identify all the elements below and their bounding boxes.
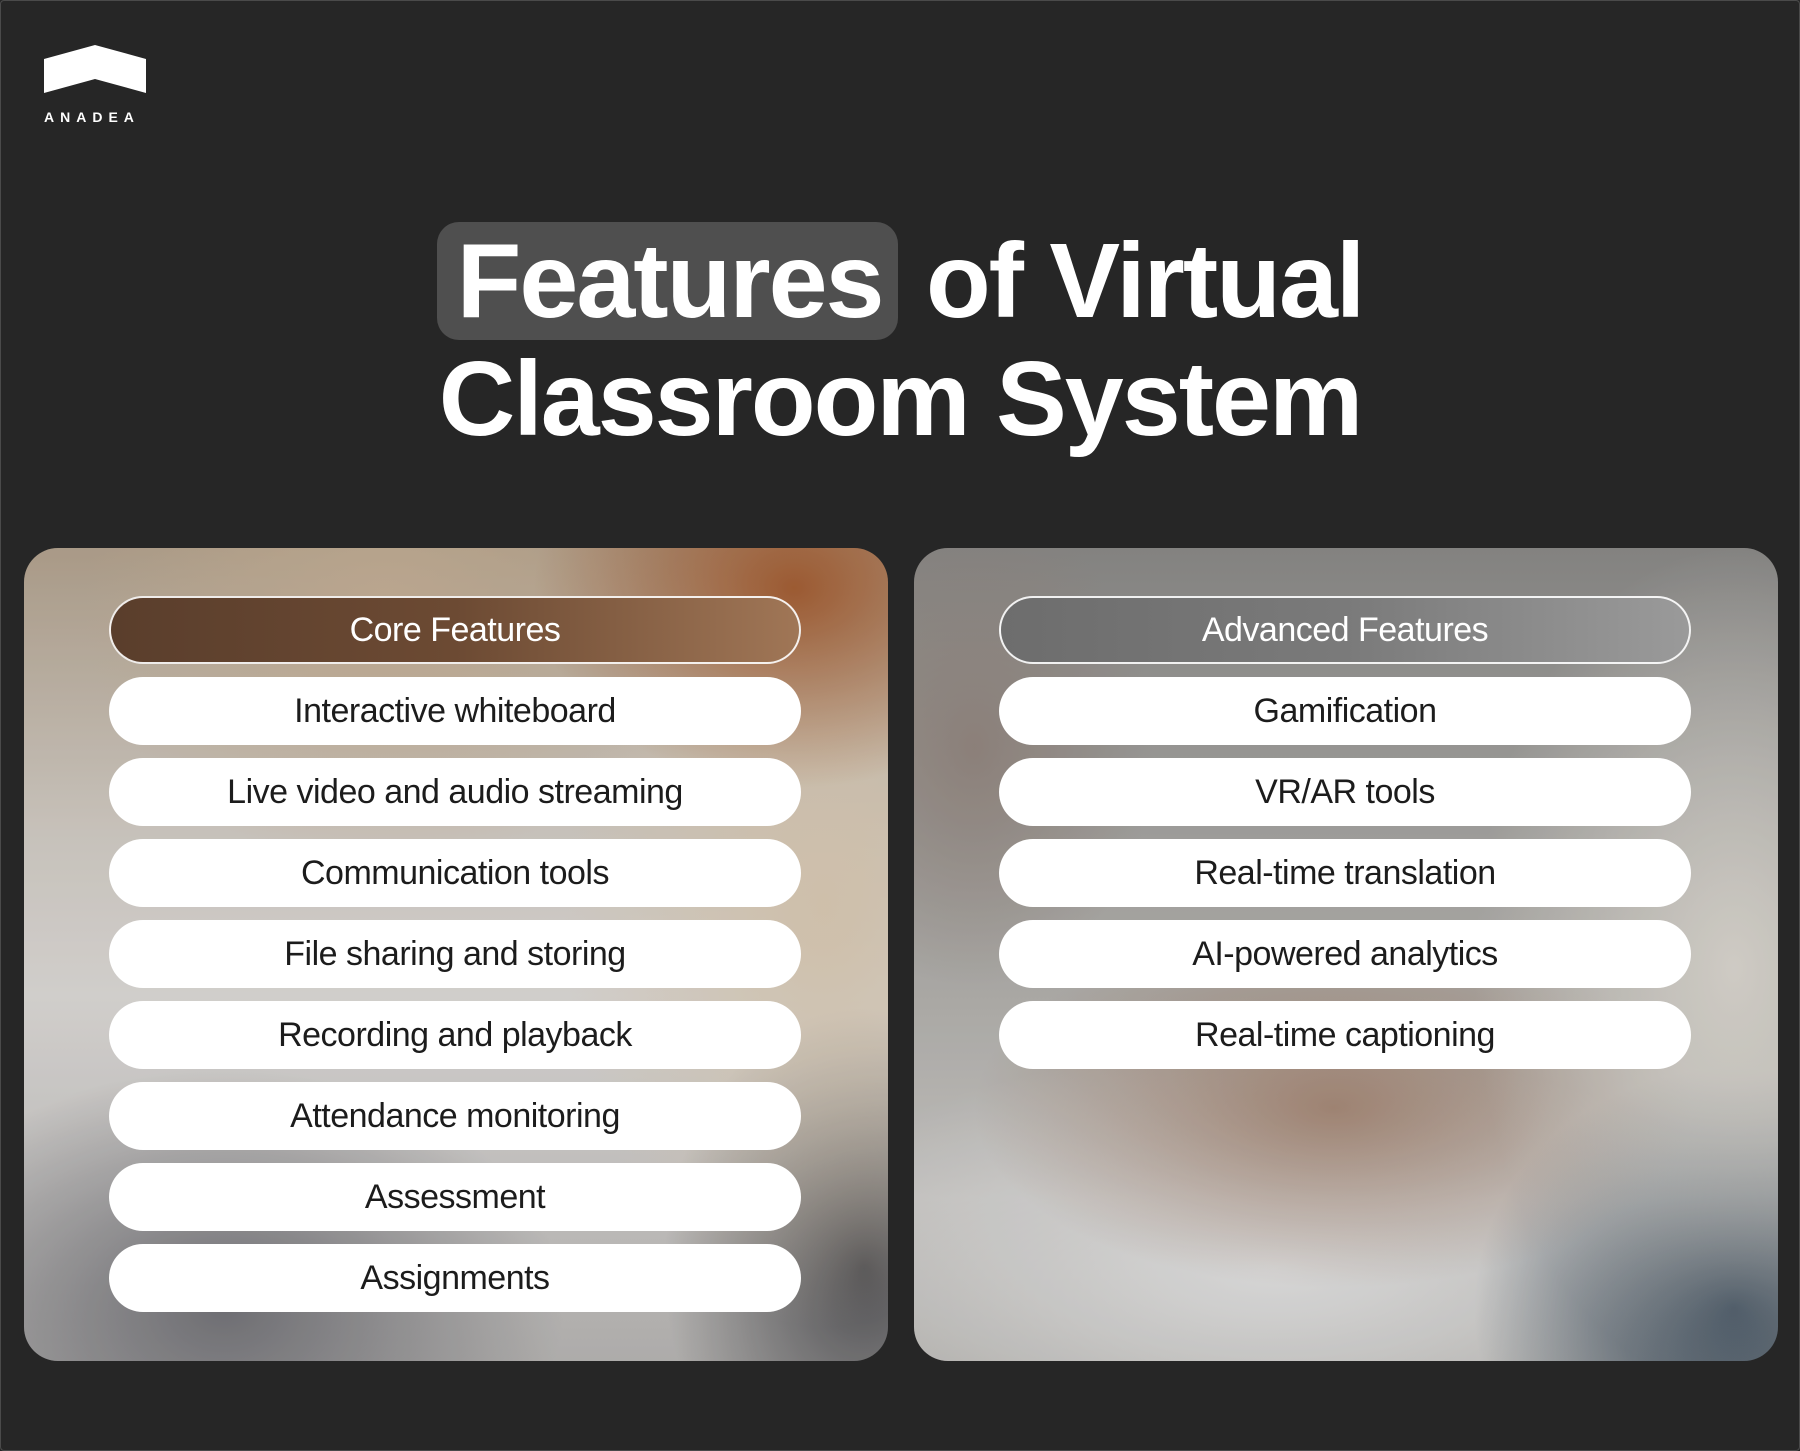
list-item: Communication tools — [109, 839, 801, 907]
title-line-2: Classroom System — [438, 340, 1363, 458]
list-item: Assignments — [109, 1244, 801, 1312]
core-features-header: Core Features — [109, 596, 801, 664]
list-item: Gamification — [999, 677, 1691, 745]
list-item: Assessment — [109, 1163, 801, 1231]
title-rest: of Virtual — [925, 222, 1365, 340]
logo-wordmark: ANADEA — [44, 109, 140, 125]
advanced-features-list: Advanced Features Gamification VR/AR too… — [999, 596, 1691, 1082]
anadea-logo: ANADEA — [44, 45, 148, 125]
page-title: Features of Virtual Classroom System — [0, 222, 1800, 458]
list-item: VR/AR tools — [999, 758, 1691, 826]
core-features-list: Core Features Interactive whiteboard Liv… — [109, 596, 801, 1325]
list-item: Live video and audio streaming — [109, 758, 801, 826]
title-highlight: Features — [436, 222, 899, 340]
list-item: Attendance monitoring — [109, 1082, 801, 1150]
list-item: Real-time translation — [999, 839, 1691, 907]
logo-roof-icon — [44, 45, 146, 93]
core-features-panel: Core Features Interactive whiteboard Liv… — [24, 548, 888, 1361]
title-line-1: Features of Virtual — [0, 222, 1800, 340]
list-item: File sharing and storing — [109, 920, 801, 988]
list-item: Interactive whiteboard — [109, 677, 801, 745]
advanced-features-header: Advanced Features — [999, 596, 1691, 664]
list-item: AI-powered analytics — [999, 920, 1691, 988]
list-item: Recording and playback — [109, 1001, 801, 1069]
list-item: Real-time captioning — [999, 1001, 1691, 1069]
advanced-features-panel: Advanced Features Gamification VR/AR too… — [914, 548, 1778, 1361]
